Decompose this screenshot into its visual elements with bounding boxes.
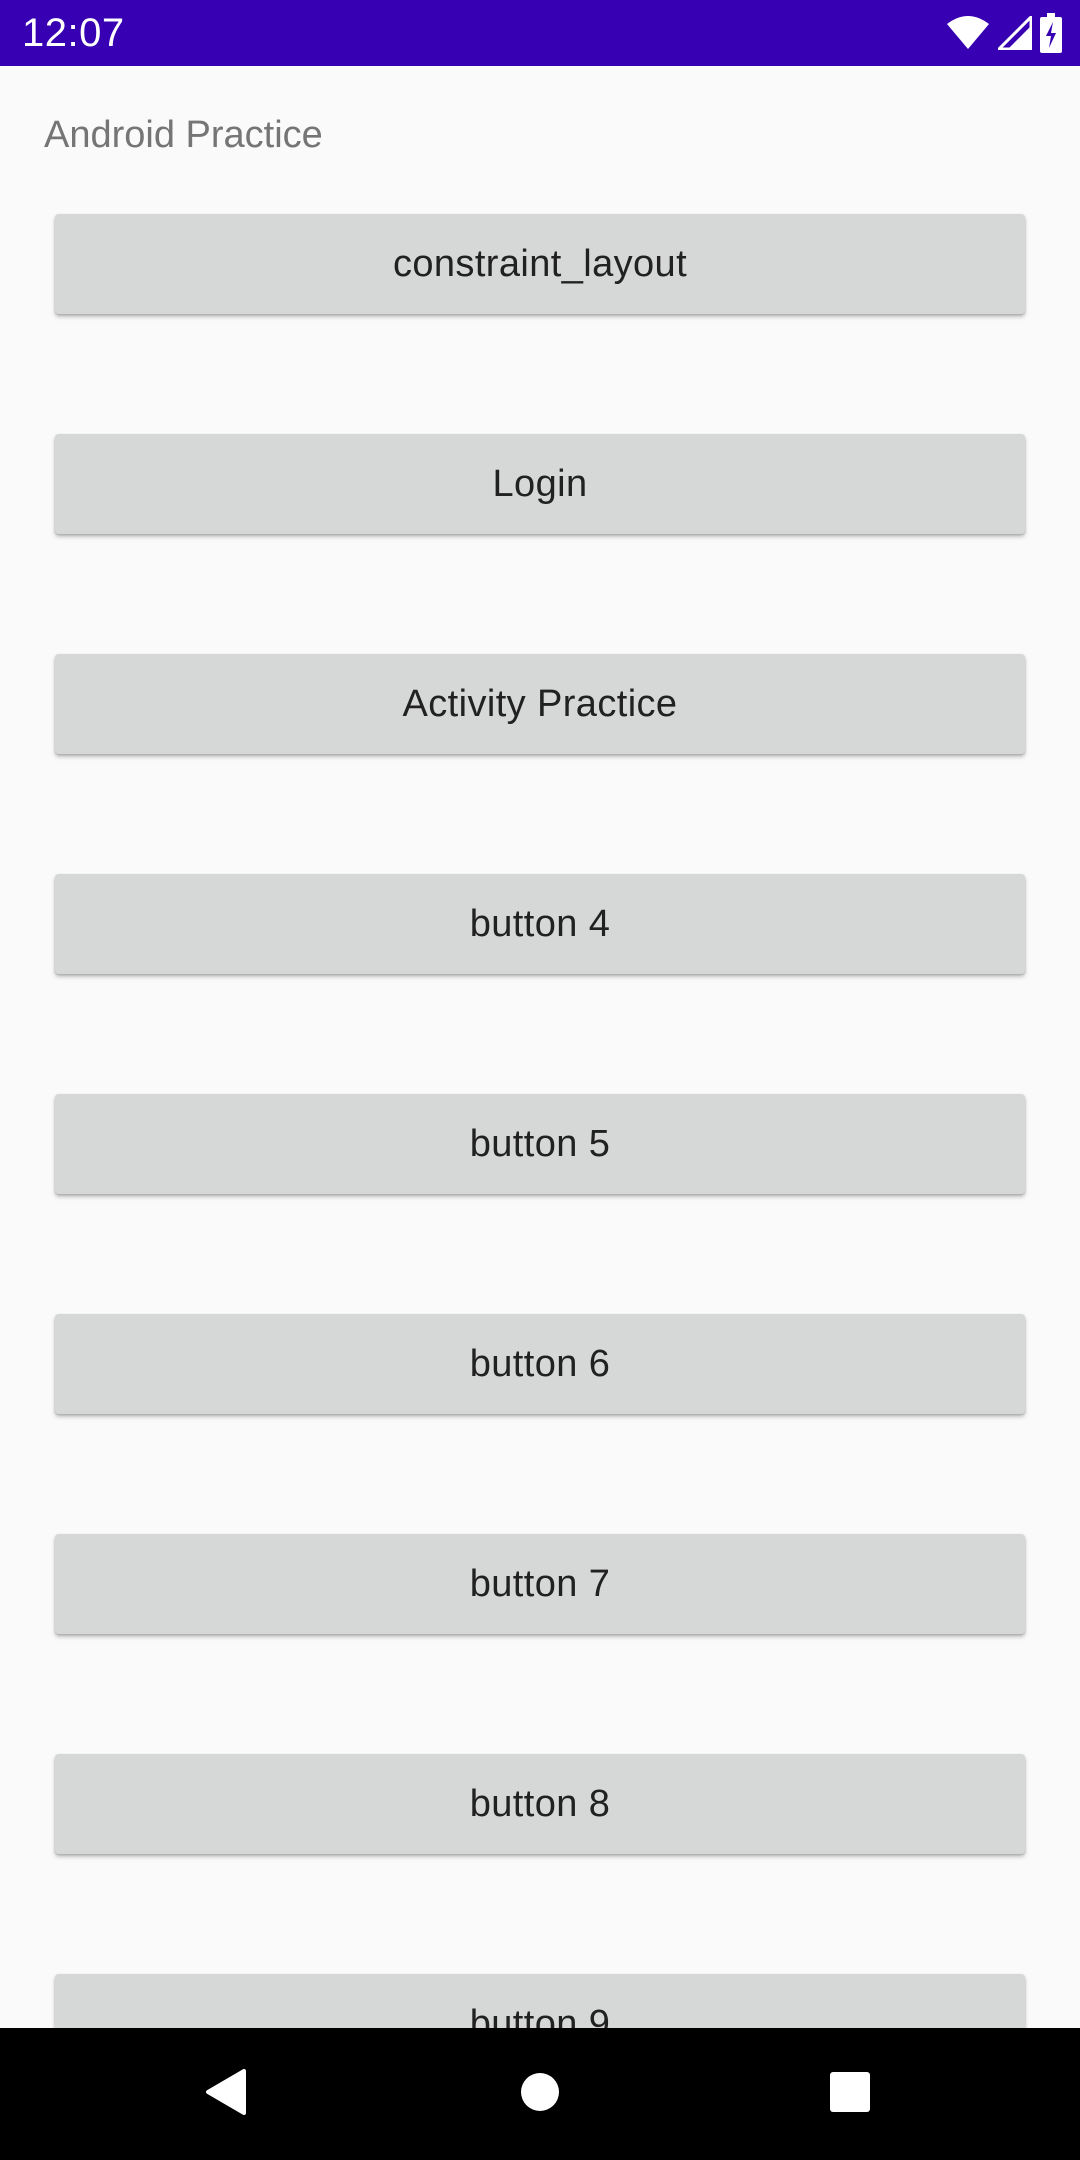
login-button[interactable]: Login [55, 434, 1025, 534]
home-button[interactable] [460, 2028, 620, 2160]
home-icon [520, 2072, 560, 2117]
main-content: Android Practice constraint_layout Login… [0, 66, 1080, 2028]
back-icon [204, 2068, 248, 2121]
button-4[interactable]: button 4 [55, 874, 1025, 974]
navigation-bar [0, 2028, 1080, 2160]
button-6[interactable]: button 6 [55, 1314, 1025, 1414]
button-5[interactable]: button 5 [55, 1094, 1025, 1194]
battery-charging-icon [1040, 13, 1062, 53]
cell-signal-icon [998, 16, 1032, 50]
status-time: 12:07 [22, 11, 125, 55]
back-button[interactable] [146, 2028, 306, 2160]
button-8[interactable]: button 8 [55, 1754, 1025, 1854]
button-7[interactable]: button 7 [55, 1534, 1025, 1634]
recents-button[interactable] [770, 2028, 930, 2160]
wifi-icon [946, 16, 990, 50]
button-9[interactable]: button 9 [55, 1974, 1025, 2028]
app-title: Android Practice [44, 114, 323, 156]
recents-icon [829, 2071, 871, 2118]
activity-practice-button[interactable]: Activity Practice [55, 654, 1025, 754]
status-bar: 12:07 [0, 0, 1080, 66]
status-icons [946, 12, 1062, 54]
constraint-layout-button[interactable]: constraint_layout [55, 214, 1025, 314]
